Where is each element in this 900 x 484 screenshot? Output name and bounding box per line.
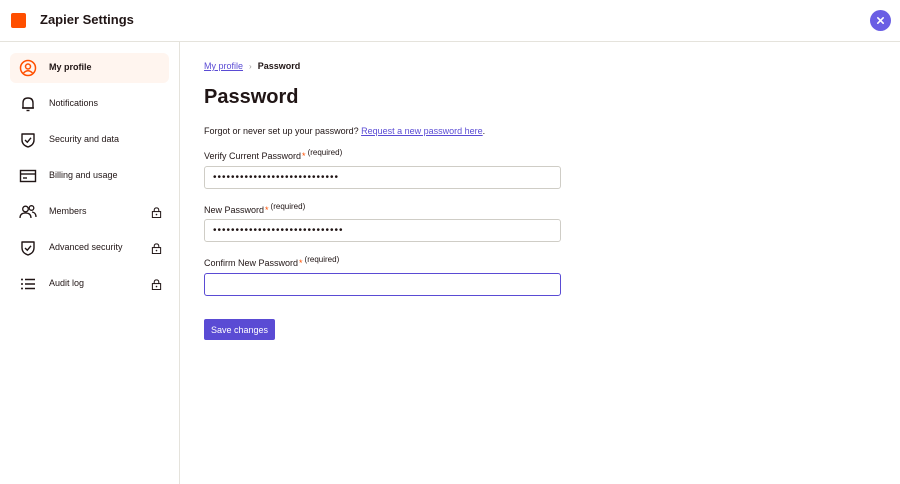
page-title: Password <box>204 86 299 108</box>
lock-icon <box>151 207 162 218</box>
sidebar-item-label: Notifications <box>49 98 99 108</box>
credit-card-icon <box>19 169 37 183</box>
confirm-password-label: Confirm New Password * (required) <box>204 255 340 268</box>
shield-icon <box>21 241 35 256</box>
required-star: * <box>302 151 306 161</box>
required-star: * <box>299 258 303 268</box>
main-content: My profile › Password Password Forgot or… <box>181 42 900 484</box>
sidebar-item-notifications[interactable]: Notifications <box>10 89 169 119</box>
field-label-text: Confirm New Password <box>204 258 299 268</box>
breadcrumb-link-my-profile[interactable]: My profile <box>204 61 243 71</box>
lock-icon <box>151 243 162 254</box>
sidebar-item-my-profile[interactable]: My profile <box>10 53 169 83</box>
required-star: * <box>265 205 269 215</box>
new-password-label: New Password * (required) <box>204 202 306 215</box>
request-new-password-link[interactable]: Request a new password here <box>361 126 483 136</box>
current-password-label: Verify Current Password * (required) <box>204 148 343 161</box>
new-password-field[interactable] <box>204 219 561 242</box>
forgot-password-end: . <box>482 126 486 136</box>
required-text: (required) <box>270 202 306 211</box>
field-label-text: New Password <box>204 205 265 215</box>
required-text: (required) <box>307 148 343 157</box>
bell-icon <box>22 97 34 112</box>
sidebar-item-audit-log[interactable]: Audit log <box>10 269 169 299</box>
profile-icon <box>19 59 37 77</box>
sidebar-item-label: Security and data <box>49 134 120 144</box>
zapier-logo <box>11 13 26 28</box>
sidebar-item-label: My profile <box>49 62 92 72</box>
shield-icon <box>21 133 35 148</box>
confirm-password-field[interactable] <box>204 273 561 296</box>
list-icon <box>21 278 35 290</box>
sidebar-item-label: Billing and usage <box>49 170 118 180</box>
sidebar-item-label: Members <box>49 206 87 216</box>
lock-icon <box>151 279 162 290</box>
app-title: Zapier Settings <box>40 12 134 27</box>
current-password-field[interactable] <box>204 166 561 189</box>
sidebar: My profile Notifications Security and da… <box>0 42 180 484</box>
members-icon <box>19 205 37 219</box>
sidebar-item-label: Audit log <box>49 278 85 288</box>
chevron-right-icon: › <box>249 61 252 71</box>
sidebar-item-label: Advanced security <box>49 242 123 252</box>
field-label-text: Verify Current Password <box>204 151 302 161</box>
sidebar-item-advanced-security[interactable]: Advanced security <box>10 233 169 263</box>
close-icon <box>876 16 885 25</box>
breadcrumb-current: Password <box>257 61 301 71</box>
forgot-password-text: Forgot or never set up your password? Re… <box>204 126 485 136</box>
sidebar-item-billing-and-usage[interactable]: Billing and usage <box>10 161 169 191</box>
breadcrumb: My profile › Password <box>204 61 300 71</box>
top-bar: Zapier Settings <box>0 0 900 42</box>
required-text: (required) <box>304 255 340 264</box>
save-changes-button[interactable]: Save changes <box>204 319 275 340</box>
close-button[interactable] <box>870 10 891 31</box>
forgot-password-prompt: Forgot or never set up your password? <box>204 126 362 136</box>
sidebar-item-security-and-data[interactable]: Security and data <box>10 125 169 155</box>
sidebar-item-members[interactable]: Members <box>10 197 169 227</box>
